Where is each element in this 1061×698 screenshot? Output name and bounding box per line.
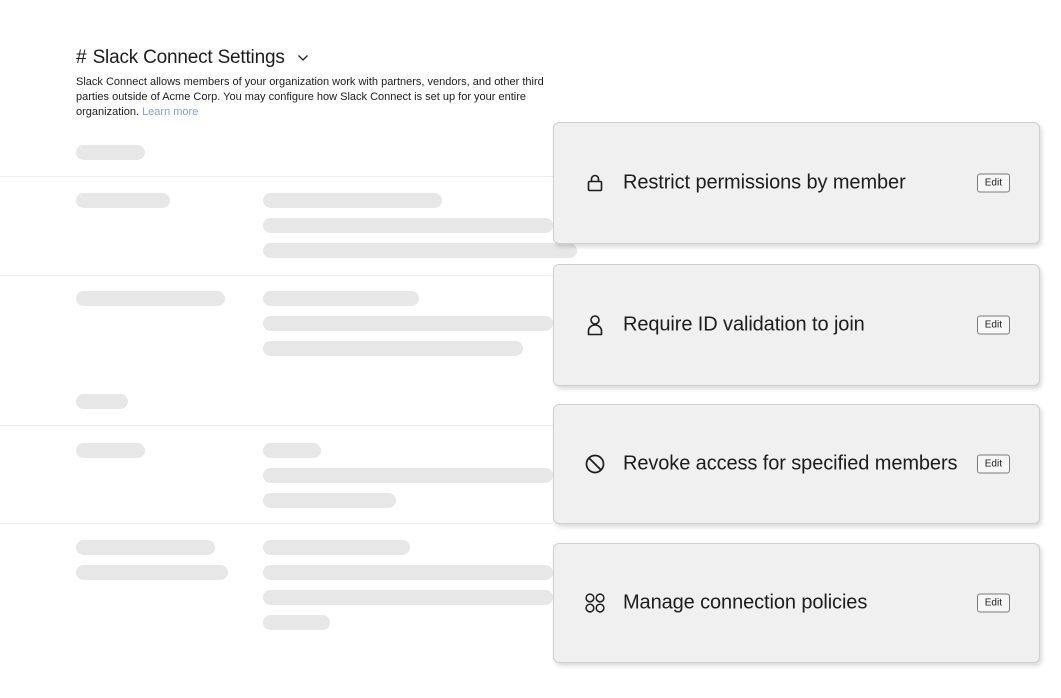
divider bbox=[0, 275, 553, 276]
skeleton-line bbox=[263, 341, 523, 356]
skeleton-line bbox=[263, 540, 410, 555]
skeleton-line bbox=[263, 316, 553, 331]
hash-icon: # bbox=[76, 47, 87, 68]
page-title: Slack Connect Settings bbox=[92, 47, 285, 68]
skeleton-line bbox=[263, 243, 577, 258]
chevron-down-icon[interactable] bbox=[297, 54, 309, 62]
page-description: Slack Connect allows members of your org… bbox=[76, 75, 546, 120]
skeleton-line bbox=[263, 443, 321, 458]
skeleton-line bbox=[263, 193, 442, 208]
card-require-id-validation: Require ID validation to join Edit bbox=[553, 264, 1040, 386]
skeleton-line bbox=[76, 540, 215, 555]
skeleton-line bbox=[76, 291, 225, 306]
skeleton-line bbox=[263, 468, 553, 483]
divider bbox=[0, 523, 553, 524]
divider bbox=[0, 176, 553, 177]
page-title-row: # Slack Connect Settings bbox=[76, 44, 546, 72]
apps-icon bbox=[584, 592, 606, 614]
card-manage-connection-policies: Manage connection policies Edit bbox=[553, 543, 1040, 663]
skeleton-line bbox=[263, 565, 553, 580]
skeleton-line bbox=[263, 590, 553, 605]
skeleton-line bbox=[76, 394, 128, 409]
card-revoke-access: Revoke access for specified members Edit bbox=[553, 404, 1040, 524]
skeleton-line bbox=[263, 291, 419, 306]
card-label: Restrict permissions by member bbox=[623, 171, 906, 194]
skeleton-line bbox=[76, 443, 145, 458]
block-icon bbox=[584, 453, 606, 475]
edit-button[interactable]: Edit bbox=[976, 173, 1010, 193]
edit-button[interactable]: Edit bbox=[976, 315, 1010, 335]
settings-header: # Slack Connect Settings Slack Connect a… bbox=[76, 44, 546, 120]
edit-button[interactable]: Edit bbox=[976, 454, 1010, 474]
card-label: Manage connection policies bbox=[623, 591, 868, 614]
divider bbox=[0, 425, 553, 426]
card-label: Require ID validation to join bbox=[623, 313, 865, 336]
skeleton-line bbox=[263, 218, 553, 233]
skeleton-line bbox=[263, 493, 396, 508]
lock-icon bbox=[584, 172, 606, 194]
learn-more-link[interactable]: Learn more bbox=[142, 106, 198, 118]
card-restrict-permissions: Restrict permissions by member Edit bbox=[553, 122, 1040, 244]
person-icon bbox=[584, 314, 606, 336]
skeleton-line bbox=[76, 565, 228, 580]
skeleton-line bbox=[76, 193, 170, 208]
edit-button[interactable]: Edit bbox=[976, 593, 1010, 613]
skeleton-line bbox=[263, 615, 330, 630]
card-label: Revoke access for specified members bbox=[623, 452, 958, 475]
skeleton-line bbox=[76, 145, 145, 160]
